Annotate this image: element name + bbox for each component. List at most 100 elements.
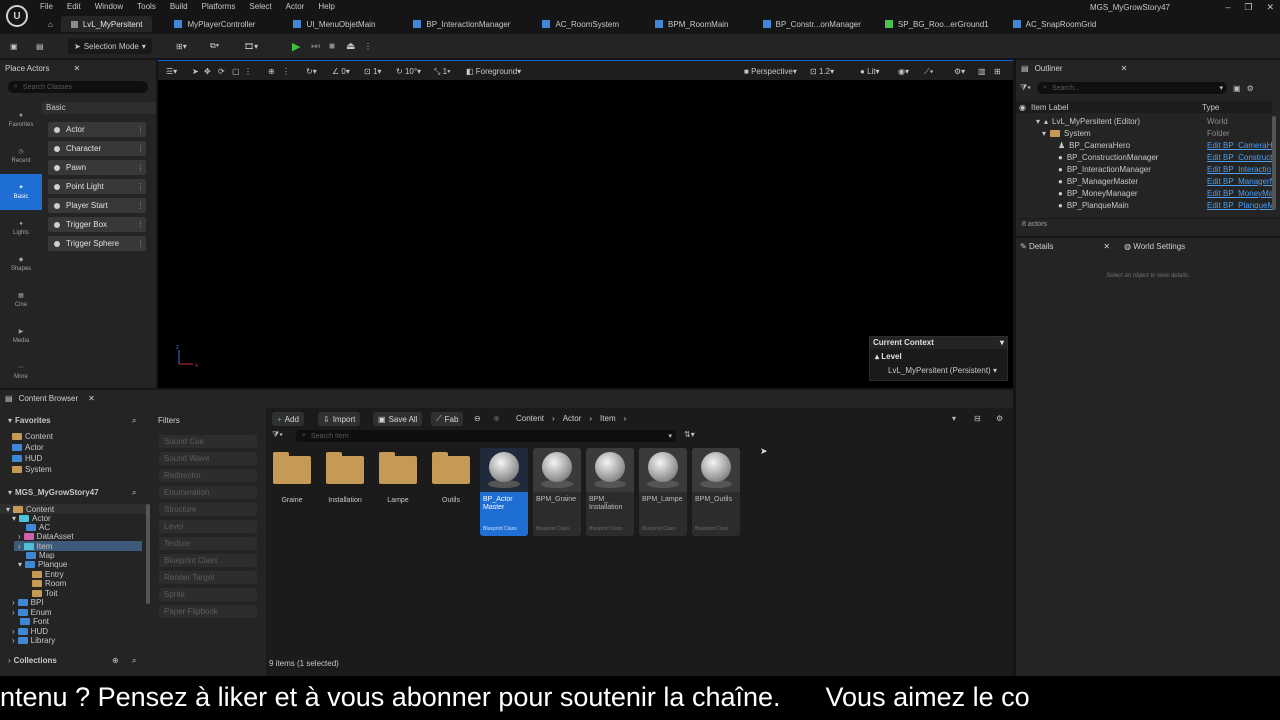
menu-edit[interactable]: Edit <box>67 2 81 11</box>
select-tool-icon[interactable]: ➤ <box>192 67 199 76</box>
asset-search[interactable]: ⌕ Search Item ▾ <box>296 430 676 442</box>
blueprint-menu-icon[interactable]: ⧉▾ <box>210 38 219 54</box>
actor-item-player-start[interactable]: Player Start <box>48 198 146 213</box>
more-options-icon[interactable]: ⋮ <box>282 67 290 76</box>
restore-icon[interactable]: ❐ <box>1244 2 1252 13</box>
lock-icon[interactable]: ⊟ <box>974 414 981 423</box>
menu-window[interactable]: Window <box>95 2 123 11</box>
search-icon[interactable]: ⌕ <box>132 656 136 666</box>
filter-blueprint-class[interactable]: Blueprint Class <box>159 554 257 567</box>
add-collection-icon[interactable]: ⊕ <box>112 656 119 665</box>
drag-handle-icon[interactable] <box>140 126 142 133</box>
blueprint-asset-selected[interactable]: BP_Actor Master Blueprint Class <box>480 448 528 536</box>
import-button[interactable]: ⇩ Import <box>318 412 361 426</box>
outliner-row-actor[interactable]: ● BP_ManagerMaster Edit BP_ManagerM <box>1016 175 1273 187</box>
tree-item-dataasset[interactable]: › DataAsset <box>18 532 74 541</box>
filter-structure[interactable]: Structure <box>159 503 257 516</box>
step-icon[interactable]: ⏭ <box>311 38 320 54</box>
layout-grid-icon[interactable]: ⊞ <box>994 67 1001 76</box>
tab-world-settings[interactable]: ◍ World Settings <box>1124 242 1185 251</box>
outliner-row-actor[interactable]: ● BP_InteractionManager Edit BP_Interactio <box>1016 163 1272 175</box>
tree-item-planque[interactable]: ▾ Planque <box>18 560 67 569</box>
close-icon[interactable]: ✕ <box>1103 242 1110 251</box>
move-tool-icon[interactable]: ✥ <box>204 67 211 76</box>
expand-icon[interactable]: ▾ <box>1036 117 1040 126</box>
add-actor-icon[interactable]: ⊞▾ <box>176 38 187 54</box>
close-icon[interactable]: ✕ <box>88 394 95 403</box>
outliner-row-actor[interactable]: ● BP_MoneyManager Edit BP_MoneyMa <box>1016 187 1273 199</box>
performance-icon[interactable]: ⟋▾ <box>924 67 934 77</box>
scale-snap[interactable]: ⤡ 1▾ <box>434 67 450 77</box>
tree-item-enum[interactable]: › Enum <box>12 608 52 617</box>
drag-handle-icon[interactable] <box>140 164 142 171</box>
filter-icon[interactable]: ⧩▾ <box>272 430 283 440</box>
fav-item[interactable]: HUD <box>12 454 42 463</box>
eject-icon[interactable]: ⏏ <box>346 38 355 54</box>
actor-item-pawn[interactable]: Pawn <box>48 160 146 175</box>
play-icon[interactable]: ▶ <box>292 38 300 54</box>
forward-icon[interactable]: ⊕ <box>493 414 500 423</box>
expand-icon[interactable]: ▾ <box>1042 129 1046 138</box>
camera-speed-dropdown[interactable]: ⊡ 1.2▾ <box>810 67 834 76</box>
menu-build[interactable]: Build <box>170 2 188 11</box>
edit-blueprint-link[interactable]: Edit BP_MoneyMa <box>1207 189 1273 198</box>
folder-item[interactable]: Outils <box>427 448 475 536</box>
actor-item-trigger-box[interactable]: Trigger Box <box>48 217 146 232</box>
filter-sprite[interactable]: Sprite <box>159 588 257 601</box>
more-options-icon[interactable]: ⋮ <box>244 67 252 76</box>
viewport-menu-icon[interactable]: ☰▾ <box>166 67 177 76</box>
stop-icon[interactable]: ■ <box>329 38 335 54</box>
minimize-icon[interactable]: – <box>1225 2 1230 13</box>
chevron-down-icon[interactable]: ▾ <box>1000 337 1004 349</box>
tree-item-entry[interactable]: Entry <box>32 570 64 579</box>
breadcrumb-item[interactable]: Content <box>516 414 544 423</box>
filter-sound-cue[interactable]: Sound Cue <box>159 435 257 448</box>
filter-icon[interactable]: ⧩▾ <box>1020 83 1031 93</box>
outliner-scrollbar[interactable] <box>1272 116 1276 210</box>
world-space-icon[interactable]: ⊕ <box>268 67 275 76</box>
filter-paper-flipbook[interactable]: Paper Flipbook <box>159 605 257 618</box>
place-actors-search[interactable]: ⌕ Search Classes <box>8 81 148 93</box>
tree-item-font[interactable]: Font <box>20 617 49 626</box>
layout-icon[interactable]: ▥ <box>978 67 986 76</box>
category-recent[interactable]: ◷ Recent <box>0 138 42 174</box>
blueprint-asset[interactable]: BPM_Lampe Blueprint Class <box>639 448 687 536</box>
edit-blueprint-link[interactable]: Edit BP_CameraH <box>1207 141 1273 150</box>
perspective-dropdown[interactable]: ■ Perspective▾ <box>744 67 797 76</box>
close-icon[interactable]: ✕ <box>1121 64 1128 73</box>
menu-help[interactable]: Help <box>318 2 334 11</box>
collections-header[interactable]: › Collections <box>8 656 57 665</box>
actor-item-actor[interactable]: Actor <box>48 122 146 137</box>
angle-snap[interactable]: ∠ 0▾ <box>332 67 350 76</box>
folder-item[interactable]: Installation <box>321 448 369 536</box>
tab-level[interactable]: LvL_MyPersitent <box>60 16 153 32</box>
tree-item-hud[interactable]: › HUD <box>12 627 48 636</box>
category-favorites[interactable]: ★ Favorites <box>0 102 42 138</box>
blueprint-asset[interactable]: BPM_Graine Blueprint Class <box>533 448 581 536</box>
breadcrumb-item[interactable]: Actor <box>563 414 582 423</box>
tree-item-item[interactable]: › Item <box>18 542 52 551</box>
filter-enumeration[interactable]: Enumeration <box>159 486 257 499</box>
home-icon[interactable]: ⌂ <box>40 16 61 32</box>
tab-menu-objet[interactable]: UI_MenuObjetMain <box>283 16 385 32</box>
edit-blueprint-link[interactable]: Edit BP_Construct <box>1207 153 1273 162</box>
filter-redirector[interactable]: Redirector <box>159 469 257 482</box>
save-all-button[interactable]: ▣ Save All <box>373 412 423 426</box>
tree-item-toit[interactable]: Toit <box>32 589 57 598</box>
column-item-label[interactable]: Item Label <box>1031 103 1068 112</box>
favorites-header[interactable]: ▾ Favorites <box>8 416 51 425</box>
tree-item-library[interactable]: › Library <box>12 636 55 645</box>
more-options-icon[interactable]: ⋮ <box>364 38 372 54</box>
edit-blueprint-link[interactable]: Edit BP_PlanqueM <box>1207 201 1273 210</box>
fav-item[interactable]: System <box>12 465 52 474</box>
actor-item-trigger-sphere[interactable]: Trigger Sphere <box>48 236 146 251</box>
tab-construction-manager[interactable]: BP_Constr...onManager <box>753 16 871 32</box>
unreal-logo-icon[interactable]: U <box>6 5 28 27</box>
tree-item-content[interactable]: ▾ Content <box>6 505 54 514</box>
layer-dropdown[interactable]: ◧ Foreground▾ <box>466 67 521 76</box>
back-icon[interactable]: ⊖ <box>474 414 481 423</box>
save-icon[interactable]: ▣ <box>10 38 18 54</box>
menu-actor[interactable]: Actor <box>286 2 305 11</box>
tab-interaction-manager[interactable]: BP_InteractionManager <box>403 16 520 32</box>
drag-handle-icon[interactable] <box>140 221 142 228</box>
